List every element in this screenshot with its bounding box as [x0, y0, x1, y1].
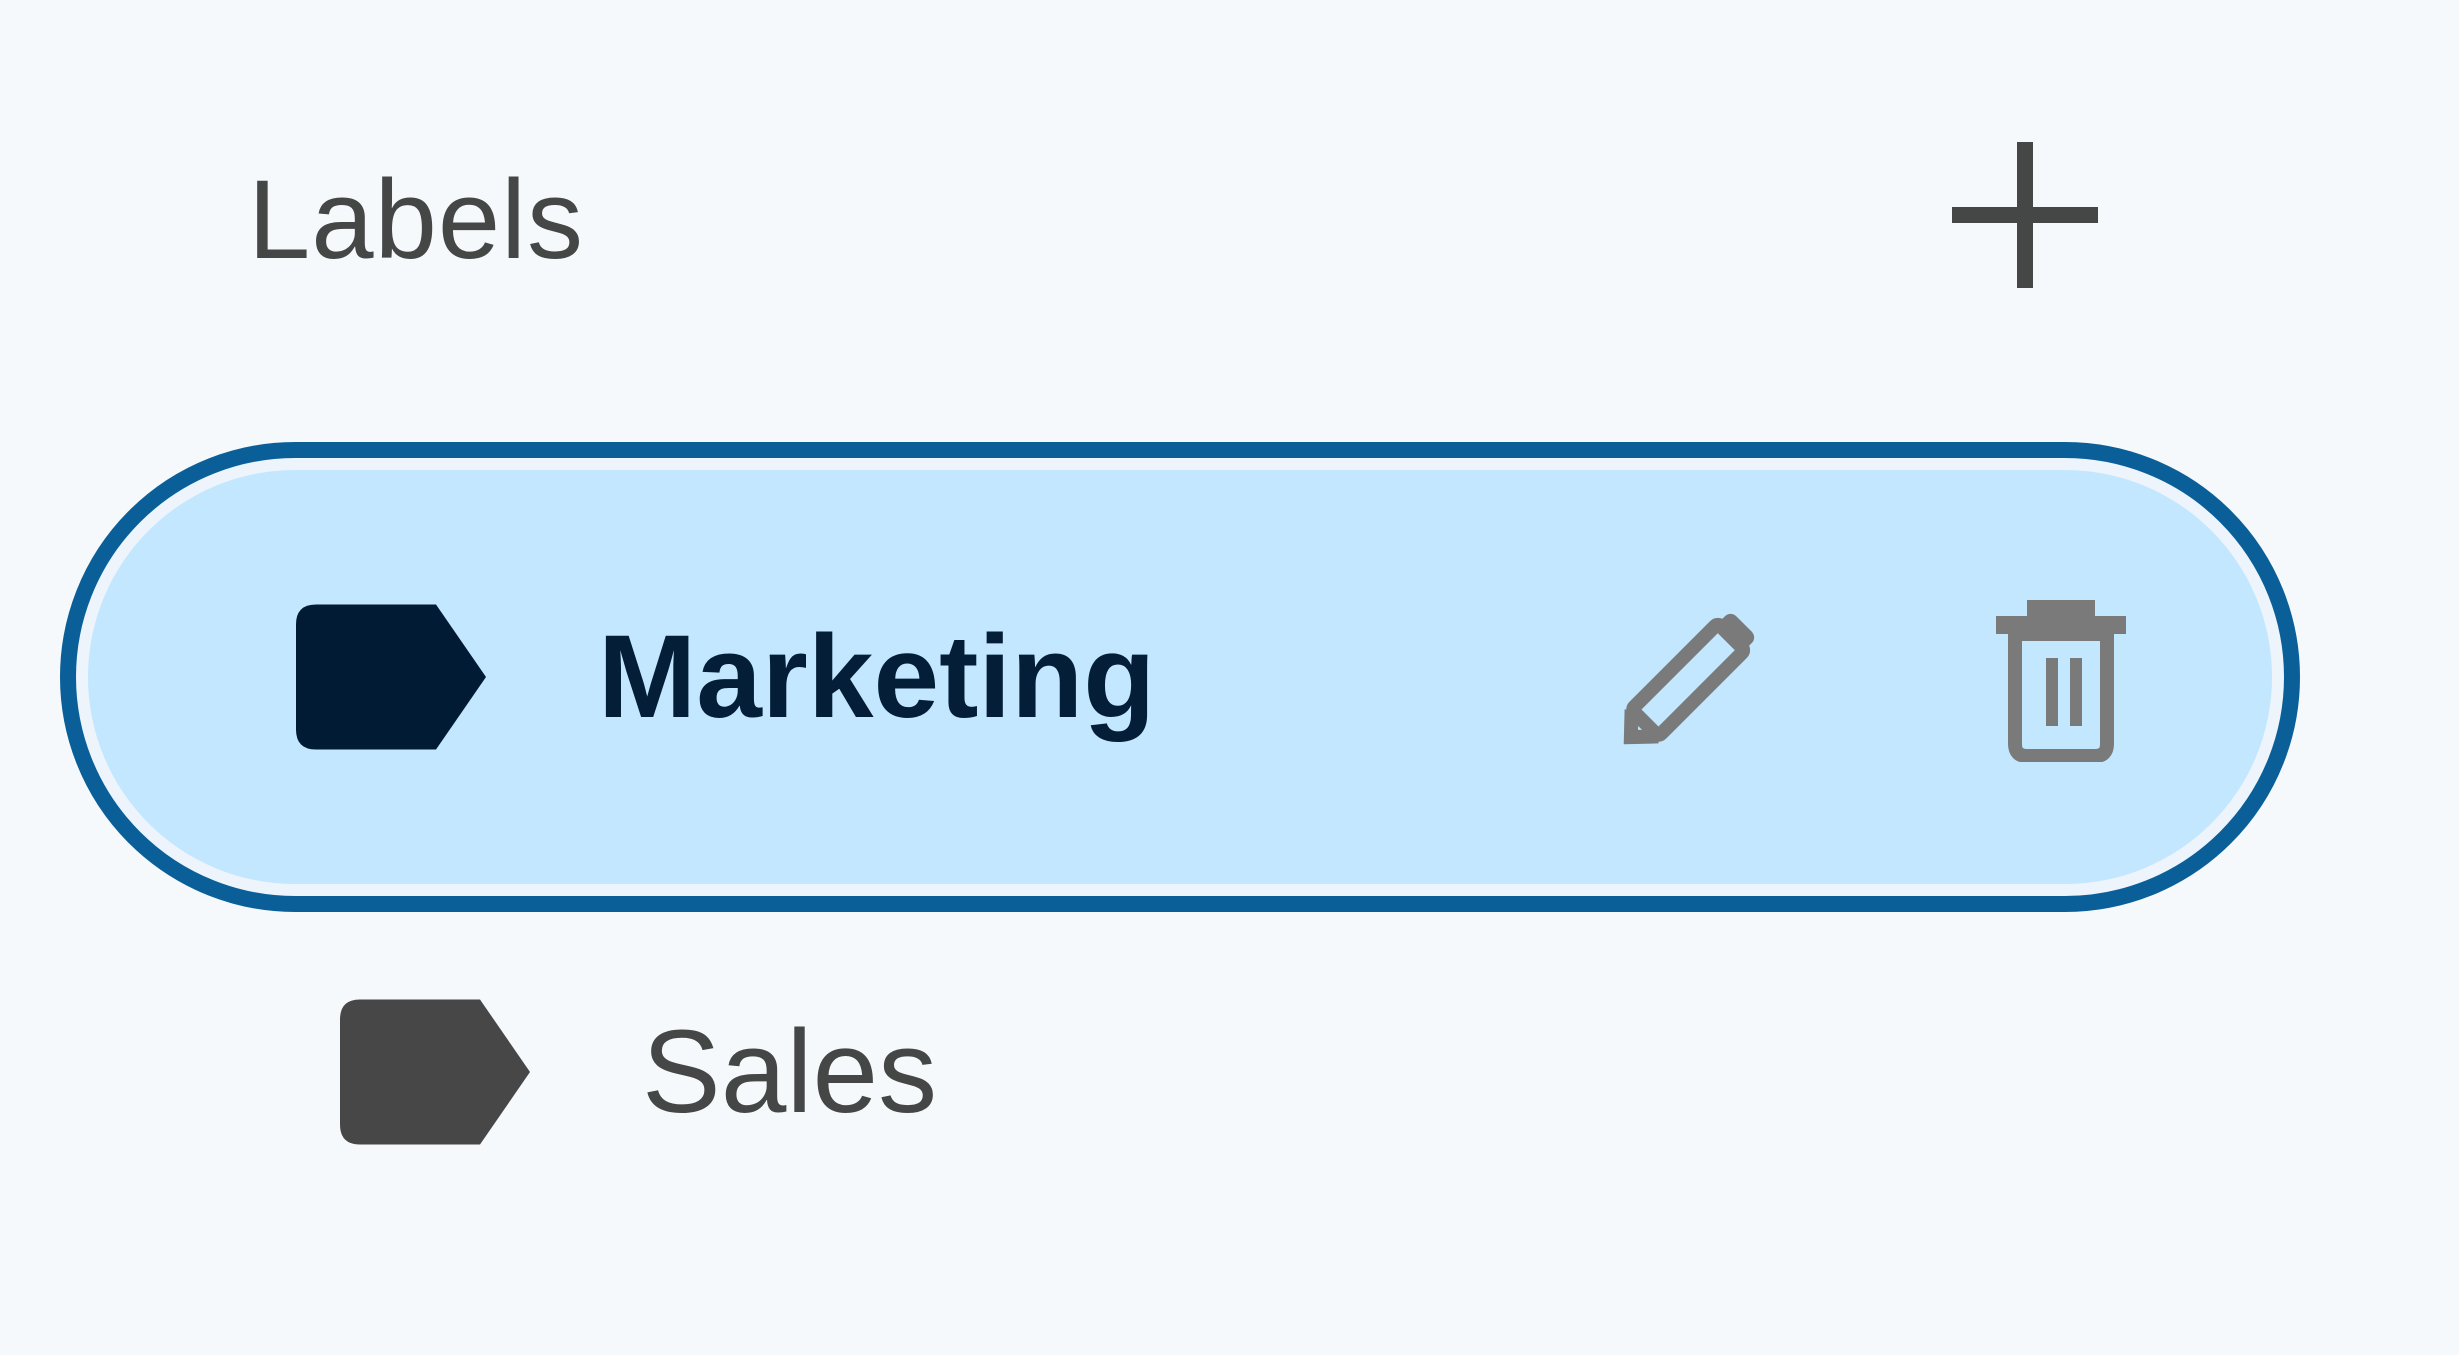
label-tag-icon — [340, 999, 530, 1145]
plus-icon — [1952, 142, 2098, 288]
trash-icon — [1996, 600, 2126, 762]
pencil-icon — [1623, 613, 1755, 745]
edit-label-button[interactable] — [1606, 592, 1776, 762]
delete-label-button[interactable] — [1976, 592, 2146, 762]
add-label-button[interactable] — [1940, 130, 2110, 300]
label-item-marketing[interactable]: Marketing — [60, 442, 2300, 912]
labels-heading: Labels — [248, 157, 585, 282]
label-tag-icon — [296, 604, 486, 750]
labels-panel: Labels Marketing Sales — [0, 0, 2459, 1355]
label-name: Marketing — [598, 611, 1156, 743]
label-item-sales[interactable]: Sales — [60, 892, 2300, 1252]
label-name: Sales — [642, 1006, 938, 1138]
